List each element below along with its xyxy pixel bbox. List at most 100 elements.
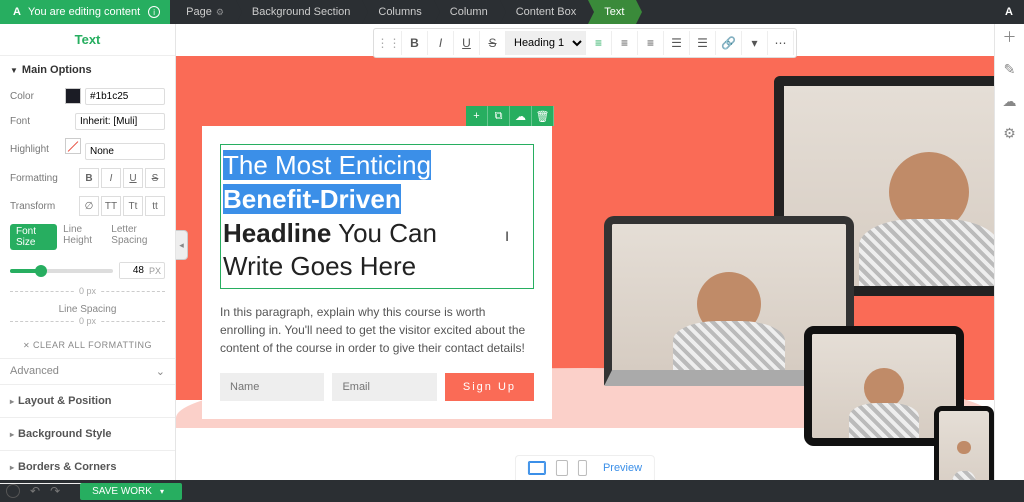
transform-upper-button[interactable]: TT [101,196,121,216]
device-phone [934,406,994,480]
toolbar-strike-button[interactable]: S [480,31,506,55]
status-indicator [6,484,20,498]
crumb-columns[interactable]: Columns [362,0,433,24]
element-clone-button[interactable]: ⧉ [488,106,510,126]
brush-icon[interactable]: ✎ [1001,60,1019,78]
section-layout-position[interactable]: ▸Layout & Position [0,385,175,418]
clear-formatting-button[interactable]: CLEAR ALL FORMATTING [0,332,175,358]
font-size-slider[interactable] [10,269,113,273]
crumb-column[interactable]: Column [434,0,500,24]
headline[interactable]: The Most Enticing Benefit-Driven Headlin… [223,149,531,284]
color-label: Color [10,91,34,102]
section-main-options[interactable]: ▼Main Options [0,56,175,84]
toolbar-align-left-button[interactable]: ≡ [586,31,612,55]
toolbar-align-right-button[interactable]: ≡ [638,31,664,55]
breadcrumb-bar: A You are editing content i Page⚙ Backgr… [0,0,1024,24]
crumb-content-box[interactable]: Content Box [500,0,589,24]
save-work-button[interactable]: SAVE WORK▾ [80,483,182,500]
tab-line-height[interactable]: Line Height [63,224,105,250]
transform-none-button[interactable]: ∅ [79,196,99,216]
toolbar-more-button[interactable]: ▾ [742,31,768,55]
toolbar-align-center-button[interactable]: ≡ [612,31,638,55]
toolbar-italic-button[interactable]: I [428,31,454,55]
signup-button[interactable]: Sign Up [445,373,534,401]
editing-label: You are editing content [28,6,140,18]
toolbar-list-ol-button[interactable]: ☰ [690,31,716,55]
transform-lower-button[interactable]: tt [145,196,165,216]
font-size-unit: PX [146,266,164,276]
spacing-top-value: 0 px [75,286,100,296]
font-label: Font [10,116,30,127]
chevron-down-icon: ▾ [160,487,164,496]
content-box[interactable]: + ⧉ ☁ 🗑 The Most Enticing Benefit-Driven… [202,126,552,419]
caret-right-icon: ▸ [10,397,14,406]
responsive-switcher: Preview [515,455,655,480]
toolbar-list-ul-button[interactable]: ☰ [664,31,690,55]
canvas: ⋮⋮ B I U S Heading 1 ≡ ≡ ≡ ☰ ☰ 🔗 ▾ ⋯ [176,24,994,480]
text-toolbar: ⋮⋮ B I U S Heading 1 ≡ ≡ ≡ ☰ ☰ 🔗 ▾ ⋯ [373,28,797,58]
crumb-page[interactable]: Page⚙ [170,0,236,24]
toolbar-link-button[interactable]: 🔗 [716,31,742,55]
italic-button[interactable]: I [101,168,121,188]
device-desktop-button[interactable] [528,461,546,475]
element-add-button[interactable]: + [466,106,488,126]
toolbar-heading-select[interactable]: Heading 1 [506,31,586,55]
section-borders-corners[interactable]: ▸Borders & Corners [0,451,175,484]
brand-icon[interactable]: A [1000,3,1018,21]
sidebar-title: Text [0,24,175,56]
advanced-toggle[interactable]: Advanced⌄ [0,358,175,385]
text-cursor-icon: I [505,228,509,244]
font-select[interactable] [75,113,165,130]
element-save-button[interactable]: ☁ [510,106,532,126]
element-toolbar: + ⧉ ☁ 🗑 [466,106,554,126]
color-swatch[interactable] [65,88,81,104]
editing-banner: A You are editing content i [0,0,170,24]
highlight-swatch[interactable] [65,138,81,154]
underline-button[interactable]: U [123,168,143,188]
settings-icon[interactable]: ⚙ [1001,124,1019,142]
chevron-down-icon: ⌄ [156,365,165,378]
strike-button[interactable]: S [145,168,165,188]
add-panel-icon[interactable]: ＋ [1001,28,1019,46]
info-icon[interactable]: i [148,6,160,18]
sidebar-collapse-button[interactable]: ◂ [176,230,188,260]
device-phone-button[interactable] [578,460,587,476]
right-rail: ＋ ✎ ☁ ⚙ [994,24,1024,480]
undo-button[interactable]: ↶ [30,484,40,498]
transform-label: Transform [10,201,55,212]
crumb-background-section[interactable]: Background Section [236,0,362,24]
tab-font-size[interactable]: Font Size [10,224,57,250]
caret-right-icon: ▸ [10,430,14,439]
section-background-style[interactable]: ▸Background Style [0,418,175,451]
gear-icon: ⚙ [216,7,224,18]
signup-form: Sign Up [220,373,534,401]
paragraph-text[interactable]: In this paragraph, explain why this cour… [220,303,534,357]
drag-handle-icon[interactable]: ⋮⋮ [376,31,402,55]
transform-title-button[interactable]: Tt [123,196,143,216]
formatting-label: Formatting [10,173,58,184]
line-spacing-label[interactable]: Line Spacing [0,302,175,317]
font-size-input[interactable] [120,263,146,278]
color-input[interactable] [85,88,165,105]
tab-letter-spacing[interactable]: Letter Spacing [111,224,165,250]
spacing-bottom-value: 0 px [75,316,100,326]
preview-link[interactable]: Preview [603,462,642,474]
toolbar-bold-button[interactable]: B [402,31,428,55]
name-input[interactable] [220,373,324,401]
caret-right-icon: ▸ [10,463,14,472]
toolbar-underline-button[interactable]: U [454,31,480,55]
logo-icon: A [10,5,24,19]
caret-down-icon: ▼ [10,66,18,75]
device-tablet-button[interactable] [556,460,568,476]
bold-button[interactable]: B [79,168,99,188]
crumb-text[interactable]: Text [588,0,636,24]
email-input[interactable] [332,373,436,401]
cloud-icon[interactable]: ☁ [1001,92,1019,110]
highlight-input[interactable] [85,143,165,160]
element-delete-button[interactable]: 🗑 [532,106,554,126]
bottom-bar: ↶ ↷ SAVE WORK▾ [0,480,1024,502]
toolbar-menu-button[interactable]: ⋯ [768,31,794,55]
redo-button[interactable]: ↷ [50,484,60,498]
sidebar: Text ▼Main Options Color Font Highlight … [0,24,176,480]
text-element[interactable]: The Most Enticing Benefit-Driven Headlin… [220,144,534,289]
